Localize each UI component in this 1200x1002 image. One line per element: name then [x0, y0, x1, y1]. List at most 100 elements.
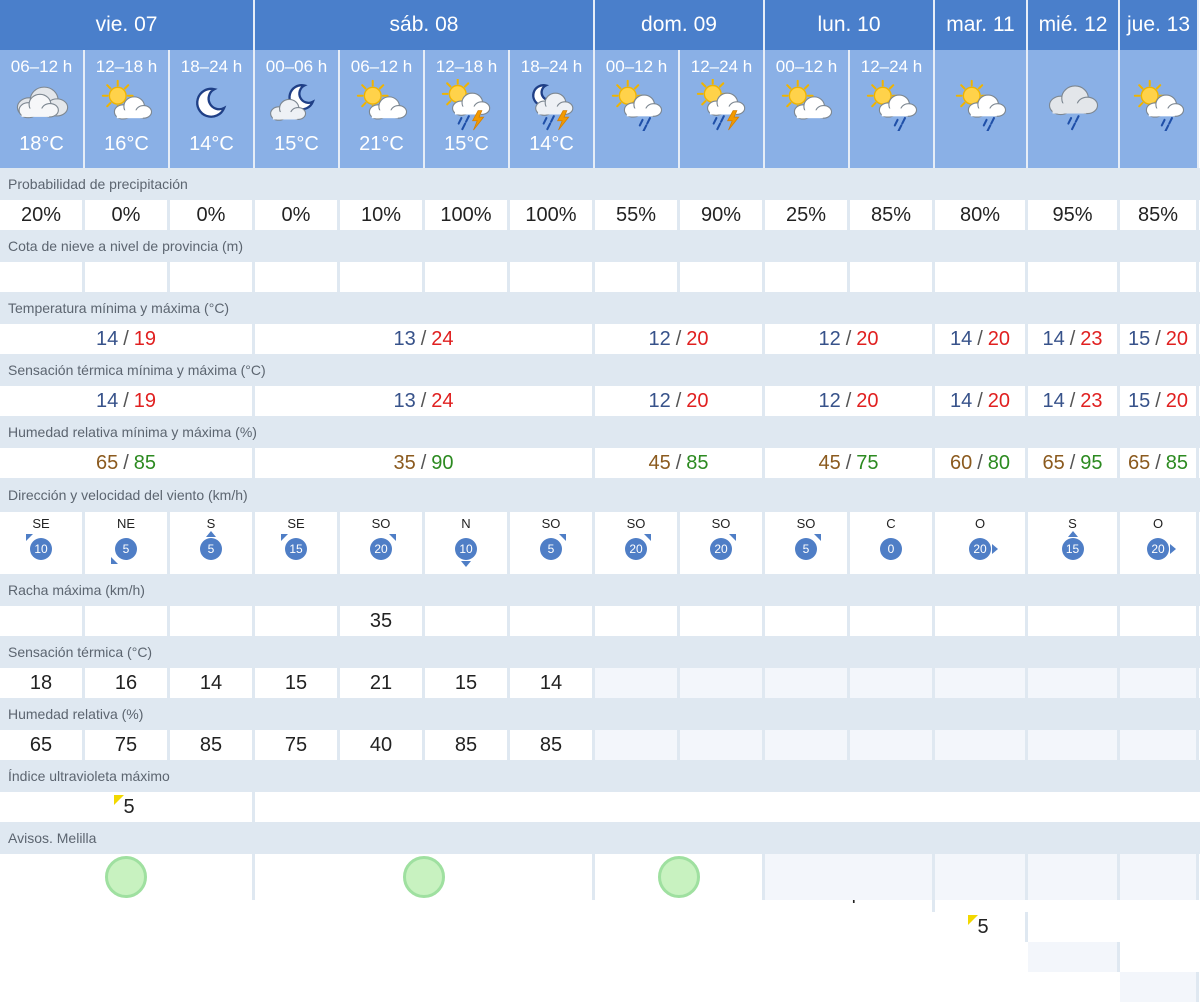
uv-cell: 5 [935, 912, 1028, 942]
wind-direction: SE [287, 516, 305, 531]
wind-speed: 20 [714, 542, 728, 556]
feels-minmax: 14/23 [1028, 386, 1120, 416]
wind-cell: SO 20 [340, 512, 425, 574]
precip-value: 20% [0, 200, 85, 230]
wind-direction: SO [711, 516, 731, 531]
separator-slash: / [675, 389, 682, 412]
warning-level-green-icon[interactable] [402, 856, 445, 898]
gust-value [1120, 606, 1199, 636]
forecast-table: vie. 07 sáb. 08 dom. 09 lun. 10 mar. 11 mié. … [0, 0, 1200, 1002]
warning-cell [1028, 854, 1120, 900]
wind-speed: 20 [374, 542, 388, 556]
precip-value: 0% [255, 200, 340, 230]
period-header: 12–24 h [850, 50, 935, 168]
wind-direction: NE [116, 516, 136, 531]
snow-level-value [340, 262, 425, 292]
wind-cell: S5 [170, 512, 255, 574]
temp-minmax-max: 20 [987, 327, 1011, 350]
moon-cloud-icon [265, 79, 329, 131]
warning-level-green-icon[interactable] [657, 856, 700, 898]
wind-speed-badge: 0 [880, 538, 902, 560]
humidity-minmax-min: 35 [393, 451, 416, 474]
feels-minmax-max: 23 [1080, 389, 1103, 412]
humidity-value: 85 [510, 730, 595, 760]
wind-speed: 20 [1151, 542, 1165, 556]
rain-cloud-icon [1041, 79, 1105, 131]
day-header: dom. 09 [595, 0, 765, 50]
gust-value [255, 606, 340, 636]
temp-minmax: 13/24 [255, 324, 595, 354]
temp-minmax: 14/23 [1028, 324, 1120, 354]
row-label-feels: Sensación térmica (°C) [0, 636, 1200, 668]
wind-cell: O 20 [1120, 512, 1199, 574]
warning-cell [0, 854, 255, 900]
humidity-minmax-max: 95 [1080, 451, 1103, 474]
period-header: 18–24 h 14°C [170, 50, 255, 168]
period-header: 06–12 h 18°C [0, 50, 85, 168]
uv-cell [1120, 972, 1199, 1002]
humidity-minmax: 60/80 [935, 448, 1028, 478]
feels-minmax-min: 12 [818, 389, 841, 412]
temp-minmax-min: 12 [648, 327, 671, 350]
moon-storm-rain-icon [520, 79, 584, 131]
temp-minmax-min: 15 [1127, 327, 1151, 350]
wind-arrow-icon [26, 534, 33, 541]
period-header: 12–18 h 16°C [85, 50, 170, 168]
separator-slash: / [1155, 451, 1161, 474]
period-header: 00–06 h 15°C [255, 50, 340, 168]
warning-level-green-icon[interactable] [105, 856, 147, 898]
humidity-value [850, 730, 935, 760]
wind-speed: 5 [547, 542, 555, 556]
moon-icon [180, 79, 244, 131]
feels-value: 14 [510, 668, 595, 698]
wind-direction: SO [796, 516, 816, 531]
temp-minmax: 12/20 [595, 324, 765, 354]
snow-level-value [680, 262, 765, 292]
feels-minmax: 15/20 [1120, 386, 1199, 416]
wind-arrow-icon [992, 544, 998, 554]
period-temperature: 16°C [104, 133, 149, 155]
separator-slash: / [1069, 451, 1076, 474]
wind-speed-badge: 10 [26, 534, 52, 560]
separator-slash: / [845, 451, 852, 474]
snow-level-value [765, 262, 850, 292]
temp-minmax-max: 19 [133, 327, 157, 350]
feels-value [1028, 668, 1120, 698]
precip-value: 100% [425, 200, 510, 230]
wind-arrow-icon [729, 534, 736, 541]
period-label: 12–18 h [95, 57, 158, 76]
feels-value: 21 [340, 668, 425, 698]
period-label: 00–12 h [775, 57, 838, 76]
wind-cell: O 20 [935, 512, 1028, 574]
wind-direction: O [974, 516, 986, 531]
separator-slash: / [420, 389, 427, 412]
feels-minmax-min: 13 [393, 389, 416, 412]
snow-level-value [85, 262, 170, 292]
sun-storm-rain-icon [690, 77, 754, 131]
wind-cell: SE 15 [255, 512, 340, 574]
period-temperature: 15°C [444, 133, 489, 155]
humidity-minmax: 45/85 [595, 448, 765, 478]
humidity-minmax-max: 80 [987, 451, 1011, 474]
period-header: 18–24 h 14°C [510, 50, 595, 168]
temp-minmax-max: 24 [431, 327, 454, 350]
wind-arrow-icon [111, 557, 118, 564]
wind-speed-badge: 5 [540, 534, 566, 560]
sun-rain-icon [605, 79, 669, 133]
warning-cell [1120, 854, 1199, 900]
period-label: 12–24 h [860, 57, 923, 76]
wind-speed: 0 [887, 542, 895, 556]
precip-value: 85% [1120, 200, 1199, 230]
temp-minmax-min: 14 [95, 327, 119, 350]
wind-arrow-icon [1170, 544, 1176, 554]
separator-slash: / [123, 451, 129, 474]
temp-minmax-min: 14 [949, 327, 973, 350]
snow-level-value [1028, 262, 1120, 292]
separator-slash: / [1069, 327, 1076, 350]
warning-cell [255, 854, 595, 900]
humidity-value [935, 730, 1028, 760]
precip-value: 55% [595, 200, 680, 230]
separator-slash: / [977, 451, 983, 474]
uv-cell [1028, 942, 1120, 972]
sun-storm-rain-icon [435, 77, 499, 131]
